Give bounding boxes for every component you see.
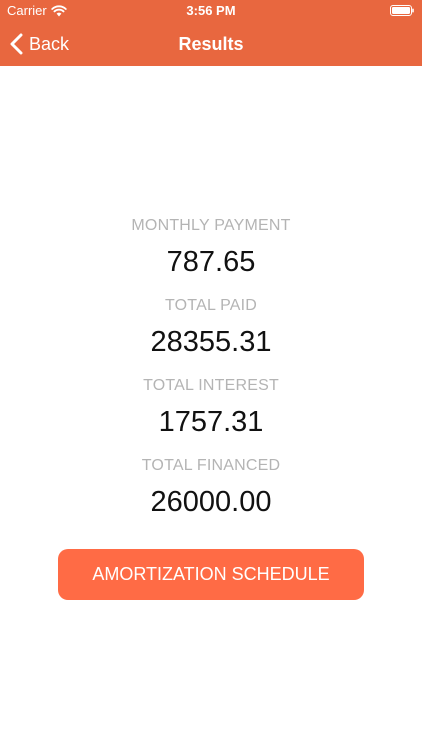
status-bar: Carrier 3:56 PM [0,0,422,22]
header: Carrier 3:56 PM Back Results [0,0,422,66]
status-time: 3:56 PM [186,3,236,18]
results-list: MONTHLY PAYMENT 787.65 TOTAL PAID 28355.… [0,210,422,530]
total-interest-label: TOTAL INTEREST [143,377,279,394]
amortization-schedule-button[interactable]: AMORTIZATION SCHEDULE [58,549,364,600]
page-title: Results [178,34,244,54]
total-paid-value: 28355.31 [150,326,272,358]
total-financed-label: TOTAL FINANCED [141,457,281,474]
battery-icon [390,5,414,16]
monthly-payment-value: 787.65 [166,246,256,278]
total-paid-label: TOTAL PAID [164,297,258,314]
monthly-payment-label: MONTHLY PAYMENT [131,217,291,234]
total-interest-value: 1757.31 [158,406,264,438]
navigation-bar: Back Results [0,22,422,66]
total-financed-value: 26000.00 [150,486,272,518]
